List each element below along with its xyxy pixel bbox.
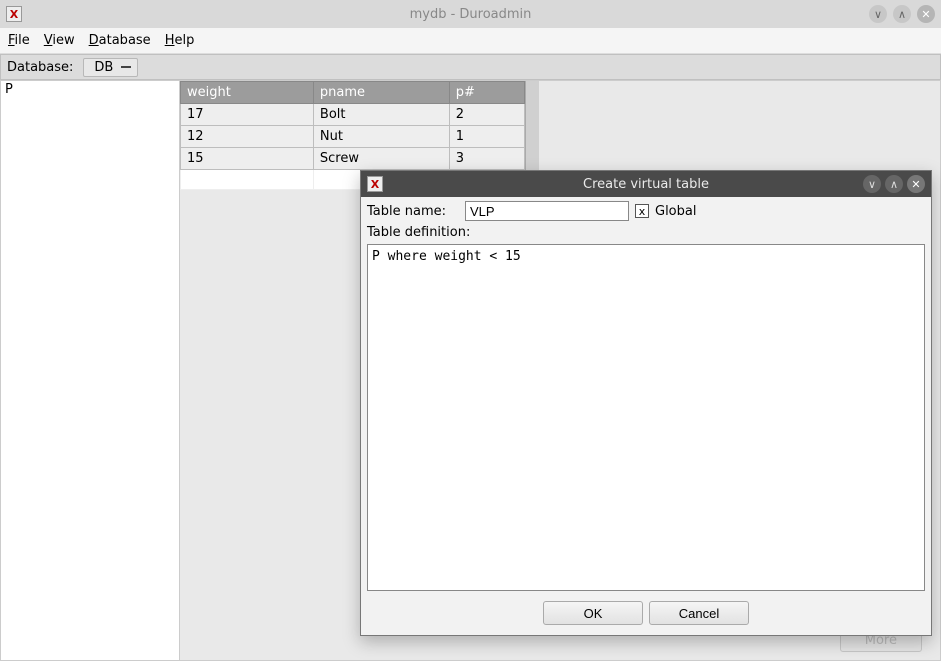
cell[interactable]: Nut — [313, 126, 449, 148]
dialog-minimize-button[interactable]: ∨ — [863, 175, 881, 193]
sidebar-item[interactable]: P — [1, 81, 179, 98]
col-header-pnum[interactable]: p# — [449, 82, 524, 104]
dialog-body: Table name: x Global Table definition: O… — [361, 197, 931, 635]
cell[interactable]: 1 — [449, 126, 524, 148]
table-row[interactable]: 17 Bolt 2 — [181, 104, 525, 126]
close-button[interactable]: ✕ — [917, 5, 935, 23]
global-label: Global — [655, 204, 696, 219]
toolbar: Database: DB — [0, 54, 941, 80]
dialog-close-button[interactable]: ✕ — [907, 175, 925, 193]
window-title: mydb - Duroadmin — [410, 7, 532, 22]
dialog-maximize-button[interactable]: ∧ — [885, 175, 903, 193]
menu-help[interactable]: Help — [165, 33, 195, 48]
cell[interactable]: 3 — [449, 148, 524, 170]
create-virtual-table-dialog: X Create virtual table ∨ ∧ ✕ Table name:… — [360, 170, 932, 636]
table-definition-textarea[interactable] — [367, 244, 925, 591]
menu-database[interactable]: Database — [89, 33, 151, 48]
table-row[interactable]: 12 Nut 1 — [181, 126, 525, 148]
main-titlebar: X mydb - Duroadmin ∨ ∧ ✕ — [0, 0, 941, 28]
database-label: Database: — [7, 60, 73, 75]
dialog-titlebar[interactable]: X Create virtual table ∨ ∧ ✕ — [361, 171, 931, 197]
col-header-pname[interactable]: pname — [313, 82, 449, 104]
global-checkbox[interactable]: x — [635, 204, 649, 218]
menubar: File View Database Help — [0, 28, 941, 54]
menu-file[interactable]: File — [8, 33, 30, 48]
menu-view[interactable]: View — [44, 33, 75, 48]
database-selector[interactable]: DB — [83, 58, 138, 77]
minimize-button[interactable]: ∨ — [869, 5, 887, 23]
table-name-label: Table name: — [367, 204, 459, 219]
ok-button[interactable]: OK — [543, 601, 643, 625]
table-definition-label: Table definition: — [367, 225, 470, 240]
cancel-button[interactable]: Cancel — [649, 601, 749, 625]
app-icon: X — [6, 6, 22, 22]
dialog-title: Create virtual table — [583, 177, 709, 192]
cell[interactable]: 12 — [181, 126, 314, 148]
cell[interactable]: 17 — [181, 104, 314, 126]
dialog-app-icon: X — [367, 176, 383, 192]
table-row[interactable]: 15 Screw 3 — [181, 148, 525, 170]
cell[interactable]: 2 — [449, 104, 524, 126]
cell[interactable]: Bolt — [313, 104, 449, 126]
table-name-input[interactable] — [465, 201, 629, 221]
sidebar[interactable]: P — [0, 80, 180, 661]
cell[interactable]: 15 — [181, 148, 314, 170]
cell[interactable]: Screw — [313, 148, 449, 170]
maximize-button[interactable]: ∧ — [893, 5, 911, 23]
col-header-weight[interactable]: weight — [181, 82, 314, 104]
